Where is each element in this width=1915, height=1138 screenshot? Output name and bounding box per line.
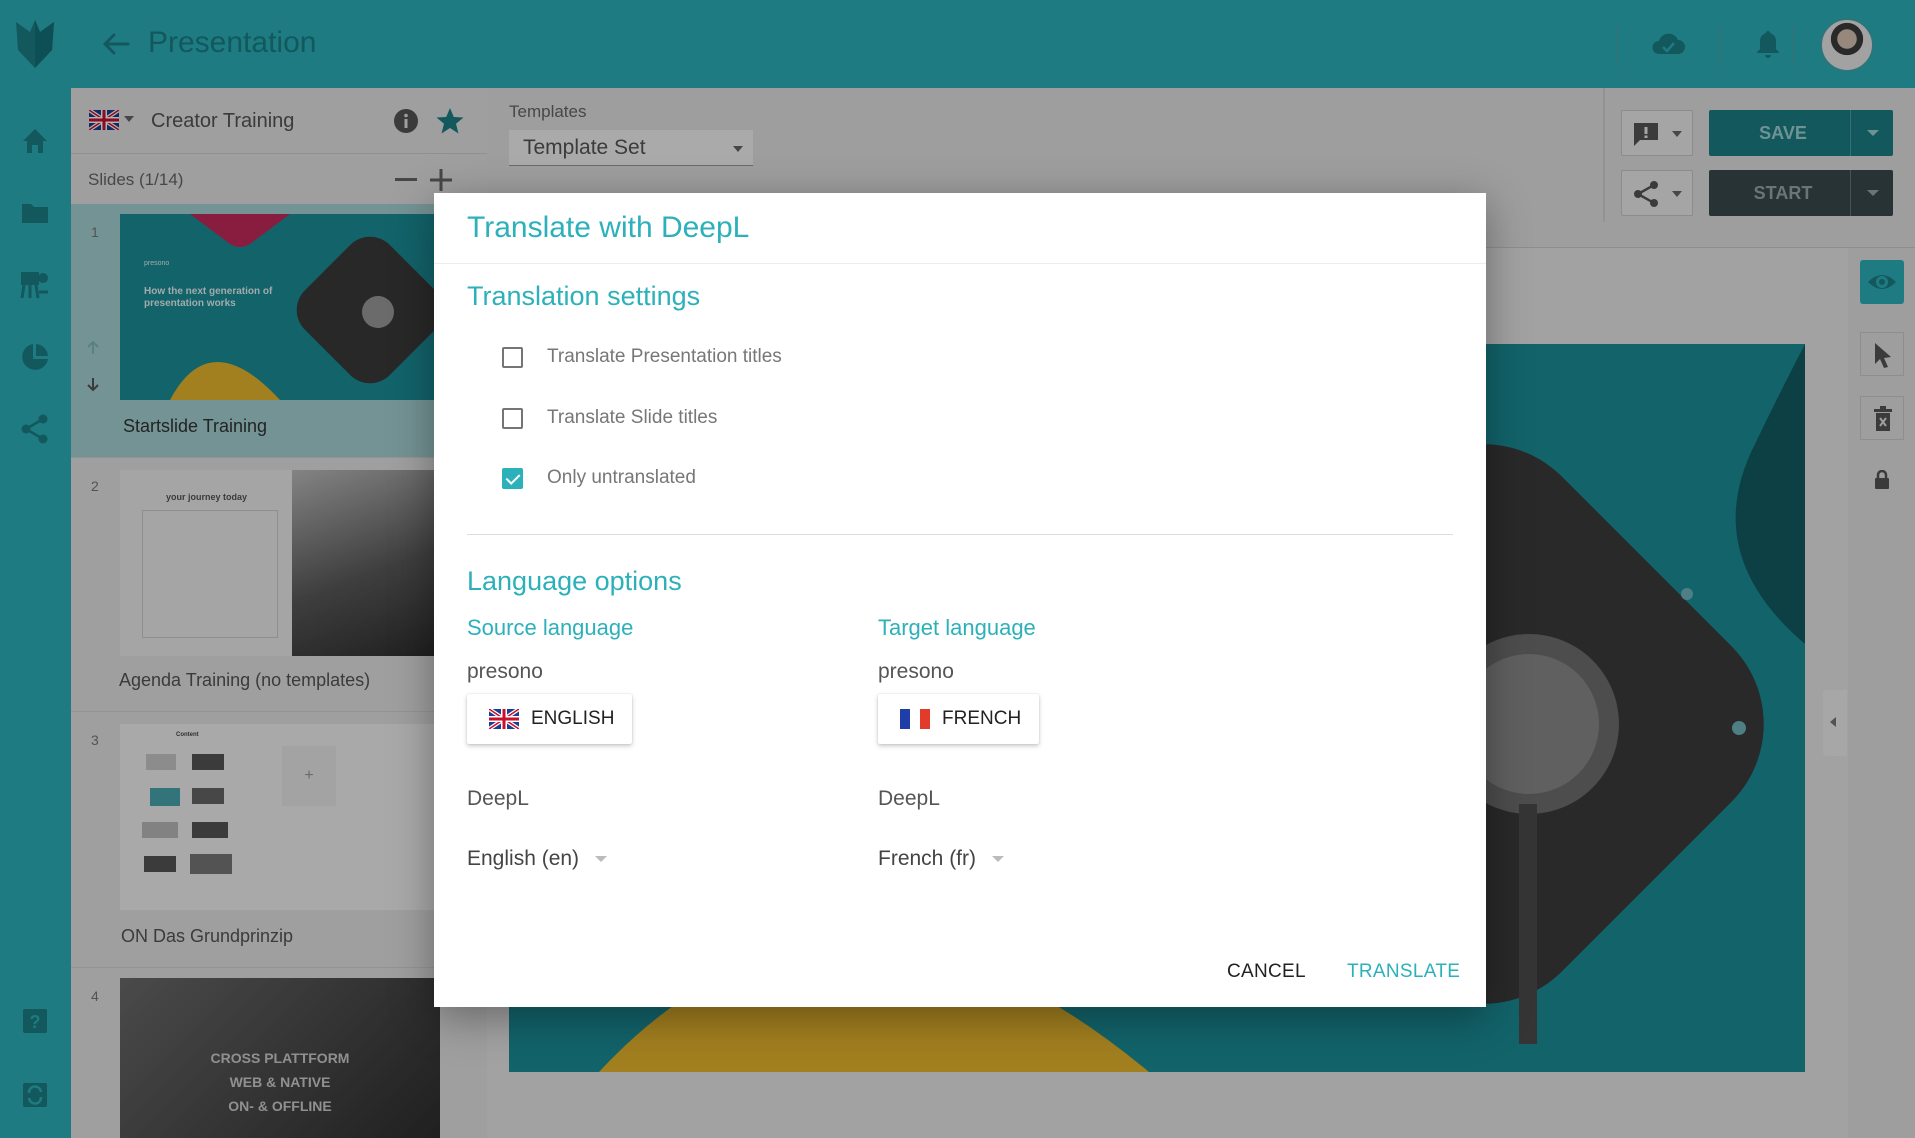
dialog-header-divider — [434, 263, 1486, 264]
source-language-heading: Source language — [467, 615, 634, 640]
translate-dialog: Translate with DeepL Translation setting… — [434, 193, 1486, 1007]
language-options-heading: Language options — [467, 566, 682, 596]
target-engine-label: DeepL — [878, 787, 940, 810]
checkbox[interactable] — [502, 407, 523, 429]
uk-flag-icon — [489, 709, 519, 729]
target-language-button[interactable]: FRENCH — [878, 694, 1039, 744]
target-provider-label: presono — [878, 660, 954, 683]
source-language-select[interactable]: English (en) — [467, 847, 608, 871]
option-only-untranslated[interactable]: Only untranslated — [502, 463, 696, 493]
source-provider-label: presono — [467, 660, 543, 683]
option-translate-slide-titles[interactable]: Translate Slide titles — [502, 403, 717, 433]
chevron-down-icon — [595, 856, 608, 862]
checkbox-label: Translate Presentation titles — [547, 346, 782, 367]
option-translate-presentation-titles[interactable]: Translate Presentation titles — [502, 342, 782, 372]
section-divider — [467, 534, 1453, 535]
target-language-heading: Target language — [878, 615, 1036, 640]
checkbox-checked[interactable] — [502, 467, 523, 489]
source-language-button-label: ENGLISH — [531, 708, 615, 729]
source-language-button[interactable]: ENGLISH — [467, 694, 632, 744]
chevron-down-icon — [992, 856, 1005, 862]
source-language-value: English (en) — [467, 847, 580, 870]
translate-button[interactable]: TRANSLATE — [1347, 961, 1460, 983]
source-engine-label: DeepL — [467, 787, 529, 810]
checkbox[interactable] — [502, 346, 523, 368]
target-language-value: French (fr) — [878, 847, 977, 870]
checkbox-label: Only untranslated — [547, 467, 696, 488]
checkbox-label: Translate Slide titles — [547, 407, 718, 428]
cancel-button[interactable]: CANCEL — [1227, 961, 1306, 983]
target-language-select[interactable]: French (fr) — [878, 847, 1005, 871]
translation-settings-heading: Translation settings — [467, 281, 701, 311]
target-language-button-label: FRENCH — [942, 708, 1022, 729]
france-flag-icon — [900, 709, 930, 729]
dialog-title: Translate with DeepL — [467, 211, 750, 244]
